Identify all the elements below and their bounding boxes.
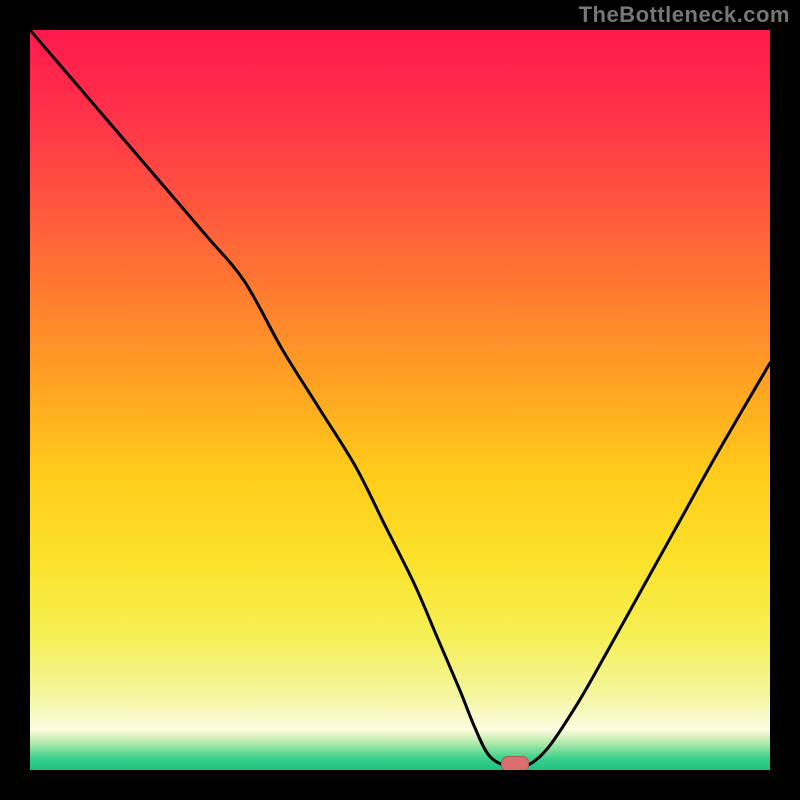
bottleneck-curve xyxy=(30,30,770,770)
chart-frame: TheBottleneck.com xyxy=(0,0,800,800)
watermark-text: TheBottleneck.com xyxy=(579,2,790,28)
plot-area xyxy=(30,30,770,770)
optimal-point-marker xyxy=(501,756,529,770)
